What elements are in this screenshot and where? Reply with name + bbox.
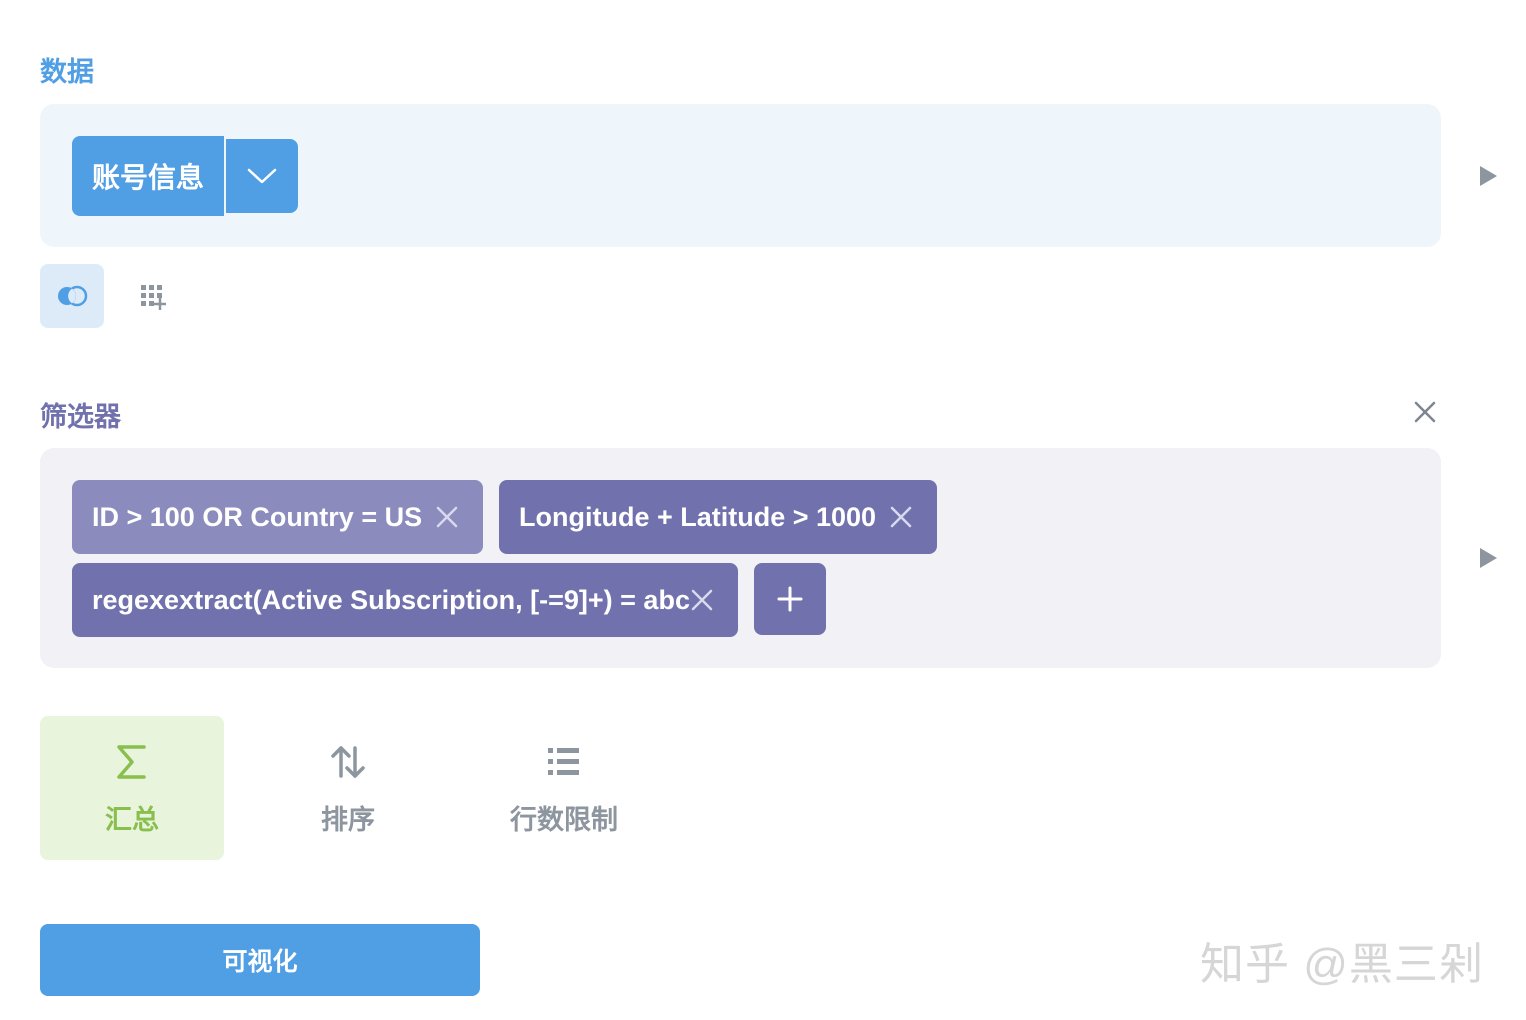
row-limit-button[interactable]: 行数限制: [472, 716, 656, 860]
sigma-icon: [117, 745, 146, 779]
custom-column-icon[interactable]: [138, 282, 168, 312]
close-icon[interactable]: [889, 505, 913, 529]
join-data-button[interactable]: [40, 264, 104, 328]
summarize-label: 汇总: [105, 805, 159, 835]
play-icon[interactable]: [1478, 547, 1498, 569]
filter-chip[interactable]: ID > 100 OR Country = US: [72, 480, 483, 554]
play-icon[interactable]: [1478, 165, 1498, 187]
close-icon[interactable]: [690, 588, 714, 612]
close-icon[interactable]: [1413, 400, 1437, 424]
chevron-down-icon: [247, 168, 277, 184]
visualize-button[interactable]: 可视化: [40, 924, 480, 996]
plus-icon: [777, 586, 803, 612]
close-icon[interactable]: [435, 505, 459, 529]
filter-chip[interactable]: Longitude + Latitude > 1000: [499, 480, 937, 554]
filter-chip-label: Longitude + Latitude > 1000: [519, 501, 877, 532]
table-dropdown-button[interactable]: [226, 139, 298, 213]
sort-label: 排序: [321, 805, 375, 835]
summarize-button[interactable]: 汇总: [40, 716, 224, 860]
filter-chip-label: ID > 100 OR Country = US: [92, 501, 423, 532]
add-filter-button[interactable]: [754, 563, 826, 635]
filter-chip-label: regexextract(Active Subscription, [-=9]+…: [92, 584, 690, 615]
watermark: 知乎 @黑三剁: [1200, 940, 1484, 989]
filter-chip[interactable]: regexextract(Active Subscription, [-=9]+…: [72, 563, 738, 637]
list-icon: [548, 748, 579, 775]
row-limit-label: 行数限制: [510, 805, 618, 835]
join-icon: [58, 285, 88, 307]
sort-button[interactable]: 排序: [256, 716, 440, 860]
data-section-title: 数据: [40, 57, 94, 87]
filter-section-title: 筛选器: [40, 402, 121, 432]
table-name-button[interactable]: 账号信息: [72, 136, 224, 216]
table-selector[interactable]: 账号信息: [72, 136, 298, 216]
sort-arrows-icon: [331, 746, 365, 778]
